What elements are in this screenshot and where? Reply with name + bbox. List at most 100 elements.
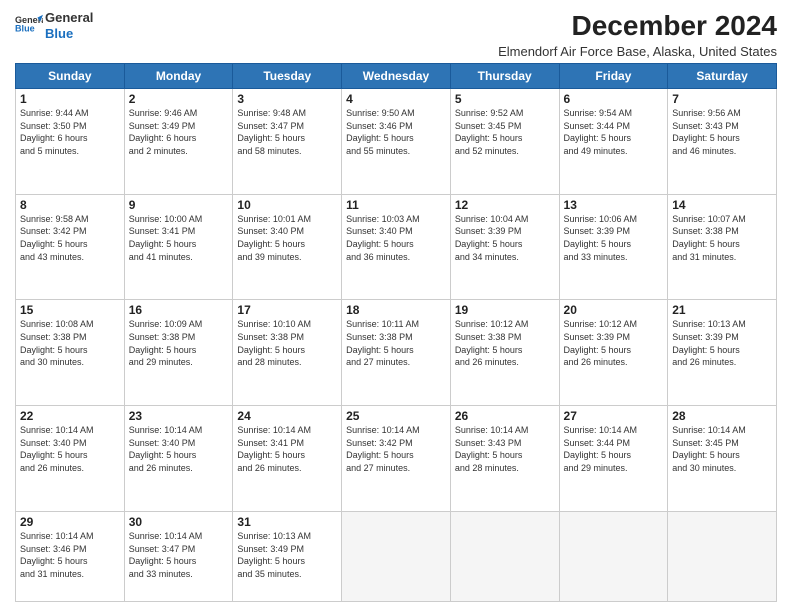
subtitle: Elmendorf Air Force Base, Alaska, United… [498, 44, 777, 59]
day-number: 14 [672, 198, 772, 212]
day-info: Sunrise: 9:44 AM Sunset: 3:50 PM Dayligh… [20, 107, 120, 157]
calendar-table: SundayMondayTuesdayWednesdayThursdayFrid… [15, 63, 777, 602]
day-number: 1 [20, 92, 120, 106]
day-header-friday: Friday [559, 64, 668, 89]
calendar-cell [342, 511, 451, 601]
day-info: Sunrise: 9:54 AM Sunset: 3:44 PM Dayligh… [564, 107, 664, 157]
logo-line2: Blue [45, 26, 93, 42]
day-number: 15 [20, 303, 120, 317]
calendar-week-row: 15Sunrise: 10:08 AM Sunset: 3:38 PM Dayl… [16, 300, 777, 406]
day-info: Sunrise: 10:13 AM Sunset: 3:49 PM Daylig… [237, 530, 337, 580]
svg-text:Blue: Blue [15, 23, 35, 33]
logo-icon: General Blue [15, 12, 43, 40]
calendar-cell: 4Sunrise: 9:50 AM Sunset: 3:46 PM Daylig… [342, 89, 451, 195]
day-info: Sunrise: 9:52 AM Sunset: 3:45 PM Dayligh… [455, 107, 555, 157]
day-info: Sunrise: 10:12 AM Sunset: 3:38 PM Daylig… [455, 318, 555, 368]
calendar-cell: 18Sunrise: 10:11 AM Sunset: 3:38 PM Dayl… [342, 300, 451, 406]
day-info: Sunrise: 9:58 AM Sunset: 3:42 PM Dayligh… [20, 213, 120, 263]
day-number: 18 [346, 303, 446, 317]
calendar-cell: 22Sunrise: 10:14 AM Sunset: 3:40 PM Dayl… [16, 406, 125, 512]
calendar-cell: 11Sunrise: 10:03 AM Sunset: 3:40 PM Dayl… [342, 194, 451, 300]
day-number: 10 [237, 198, 337, 212]
calendar-cell: 14Sunrise: 10:07 AM Sunset: 3:38 PM Dayl… [668, 194, 777, 300]
calendar-cell: 8Sunrise: 9:58 AM Sunset: 3:42 PM Daylig… [16, 194, 125, 300]
calendar-cell: 31Sunrise: 10:13 AM Sunset: 3:49 PM Dayl… [233, 511, 342, 601]
day-number: 11 [346, 198, 446, 212]
day-info: Sunrise: 10:03 AM Sunset: 3:40 PM Daylig… [346, 213, 446, 263]
day-number: 17 [237, 303, 337, 317]
day-info: Sunrise: 10:13 AM Sunset: 3:39 PM Daylig… [672, 318, 772, 368]
day-number: 2 [129, 92, 229, 106]
calendar-cell: 29Sunrise: 10:14 AM Sunset: 3:46 PM Dayl… [16, 511, 125, 601]
day-info: Sunrise: 10:14 AM Sunset: 3:46 PM Daylig… [20, 530, 120, 580]
calendar-cell: 12Sunrise: 10:04 AM Sunset: 3:39 PM Dayl… [450, 194, 559, 300]
day-info: Sunrise: 10:14 AM Sunset: 3:45 PM Daylig… [672, 424, 772, 474]
day-info: Sunrise: 10:14 AM Sunset: 3:47 PM Daylig… [129, 530, 229, 580]
day-number: 12 [455, 198, 555, 212]
day-number: 28 [672, 409, 772, 423]
calendar-cell: 26Sunrise: 10:14 AM Sunset: 3:43 PM Dayl… [450, 406, 559, 512]
day-info: Sunrise: 10:14 AM Sunset: 3:41 PM Daylig… [237, 424, 337, 474]
day-info: Sunrise: 10:07 AM Sunset: 3:38 PM Daylig… [672, 213, 772, 263]
day-header-sunday: Sunday [16, 64, 125, 89]
day-info: Sunrise: 10:14 AM Sunset: 3:44 PM Daylig… [564, 424, 664, 474]
day-info: Sunrise: 9:50 AM Sunset: 3:46 PM Dayligh… [346, 107, 446, 157]
day-info: Sunrise: 10:14 AM Sunset: 3:43 PM Daylig… [455, 424, 555, 474]
day-header-wednesday: Wednesday [342, 64, 451, 89]
calendar-cell: 10Sunrise: 10:01 AM Sunset: 3:40 PM Dayl… [233, 194, 342, 300]
day-info: Sunrise: 10:12 AM Sunset: 3:39 PM Daylig… [564, 318, 664, 368]
calendar-week-row: 22Sunrise: 10:14 AM Sunset: 3:40 PM Dayl… [16, 406, 777, 512]
day-info: Sunrise: 9:56 AM Sunset: 3:43 PM Dayligh… [672, 107, 772, 157]
calendar-cell: 2Sunrise: 9:46 AM Sunset: 3:49 PM Daylig… [124, 89, 233, 195]
calendar-cell: 19Sunrise: 10:12 AM Sunset: 3:38 PM Dayl… [450, 300, 559, 406]
calendar-week-row: 8Sunrise: 9:58 AM Sunset: 3:42 PM Daylig… [16, 194, 777, 300]
calendar-cell: 17Sunrise: 10:10 AM Sunset: 3:38 PM Dayl… [233, 300, 342, 406]
day-number: 9 [129, 198, 229, 212]
day-number: 22 [20, 409, 120, 423]
day-number: 16 [129, 303, 229, 317]
day-info: Sunrise: 10:14 AM Sunset: 3:40 PM Daylig… [20, 424, 120, 474]
day-number: 8 [20, 198, 120, 212]
day-info: Sunrise: 10:01 AM Sunset: 3:40 PM Daylig… [237, 213, 337, 263]
day-number: 3 [237, 92, 337, 106]
calendar-header-row: SundayMondayTuesdayWednesdayThursdayFrid… [16, 64, 777, 89]
day-info: Sunrise: 10:08 AM Sunset: 3:38 PM Daylig… [20, 318, 120, 368]
calendar-cell [450, 511, 559, 601]
calendar-cell: 3Sunrise: 9:48 AM Sunset: 3:47 PM Daylig… [233, 89, 342, 195]
day-number: 4 [346, 92, 446, 106]
calendar-cell: 5Sunrise: 9:52 AM Sunset: 3:45 PM Daylig… [450, 89, 559, 195]
day-header-tuesday: Tuesday [233, 64, 342, 89]
calendar-week-row: 1Sunrise: 9:44 AM Sunset: 3:50 PM Daylig… [16, 89, 777, 195]
day-number: 29 [20, 515, 120, 529]
calendar-cell: 7Sunrise: 9:56 AM Sunset: 3:43 PM Daylig… [668, 89, 777, 195]
calendar-cell: 16Sunrise: 10:09 AM Sunset: 3:38 PM Dayl… [124, 300, 233, 406]
day-info: Sunrise: 9:46 AM Sunset: 3:49 PM Dayligh… [129, 107, 229, 157]
calendar-cell: 27Sunrise: 10:14 AM Sunset: 3:44 PM Dayl… [559, 406, 668, 512]
day-number: 20 [564, 303, 664, 317]
day-header-saturday: Saturday [668, 64, 777, 89]
calendar-cell [668, 511, 777, 601]
calendar-cell: 28Sunrise: 10:14 AM Sunset: 3:45 PM Dayl… [668, 406, 777, 512]
calendar-cell: 9Sunrise: 10:00 AM Sunset: 3:41 PM Dayli… [124, 194, 233, 300]
day-number: 24 [237, 409, 337, 423]
day-number: 7 [672, 92, 772, 106]
calendar-week-row: 29Sunrise: 10:14 AM Sunset: 3:46 PM Dayl… [16, 511, 777, 601]
calendar-cell: 21Sunrise: 10:13 AM Sunset: 3:39 PM Dayl… [668, 300, 777, 406]
logo-line1: General [45, 10, 93, 26]
logo: General Blue General Blue [15, 10, 93, 41]
day-info: Sunrise: 10:14 AM Sunset: 3:40 PM Daylig… [129, 424, 229, 474]
day-info: Sunrise: 9:48 AM Sunset: 3:47 PM Dayligh… [237, 107, 337, 157]
day-number: 6 [564, 92, 664, 106]
day-number: 19 [455, 303, 555, 317]
title-block: December 2024 Elmendorf Air Force Base, … [498, 10, 777, 59]
day-number: 21 [672, 303, 772, 317]
day-info: Sunrise: 10:14 AM Sunset: 3:42 PM Daylig… [346, 424, 446, 474]
day-number: 5 [455, 92, 555, 106]
day-number: 31 [237, 515, 337, 529]
header: General Blue General Blue December 2024 … [15, 10, 777, 59]
calendar-cell: 30Sunrise: 10:14 AM Sunset: 3:47 PM Dayl… [124, 511, 233, 601]
page: General Blue General Blue December 2024 … [0, 0, 792, 612]
day-header-monday: Monday [124, 64, 233, 89]
day-number: 25 [346, 409, 446, 423]
day-info: Sunrise: 10:10 AM Sunset: 3:38 PM Daylig… [237, 318, 337, 368]
